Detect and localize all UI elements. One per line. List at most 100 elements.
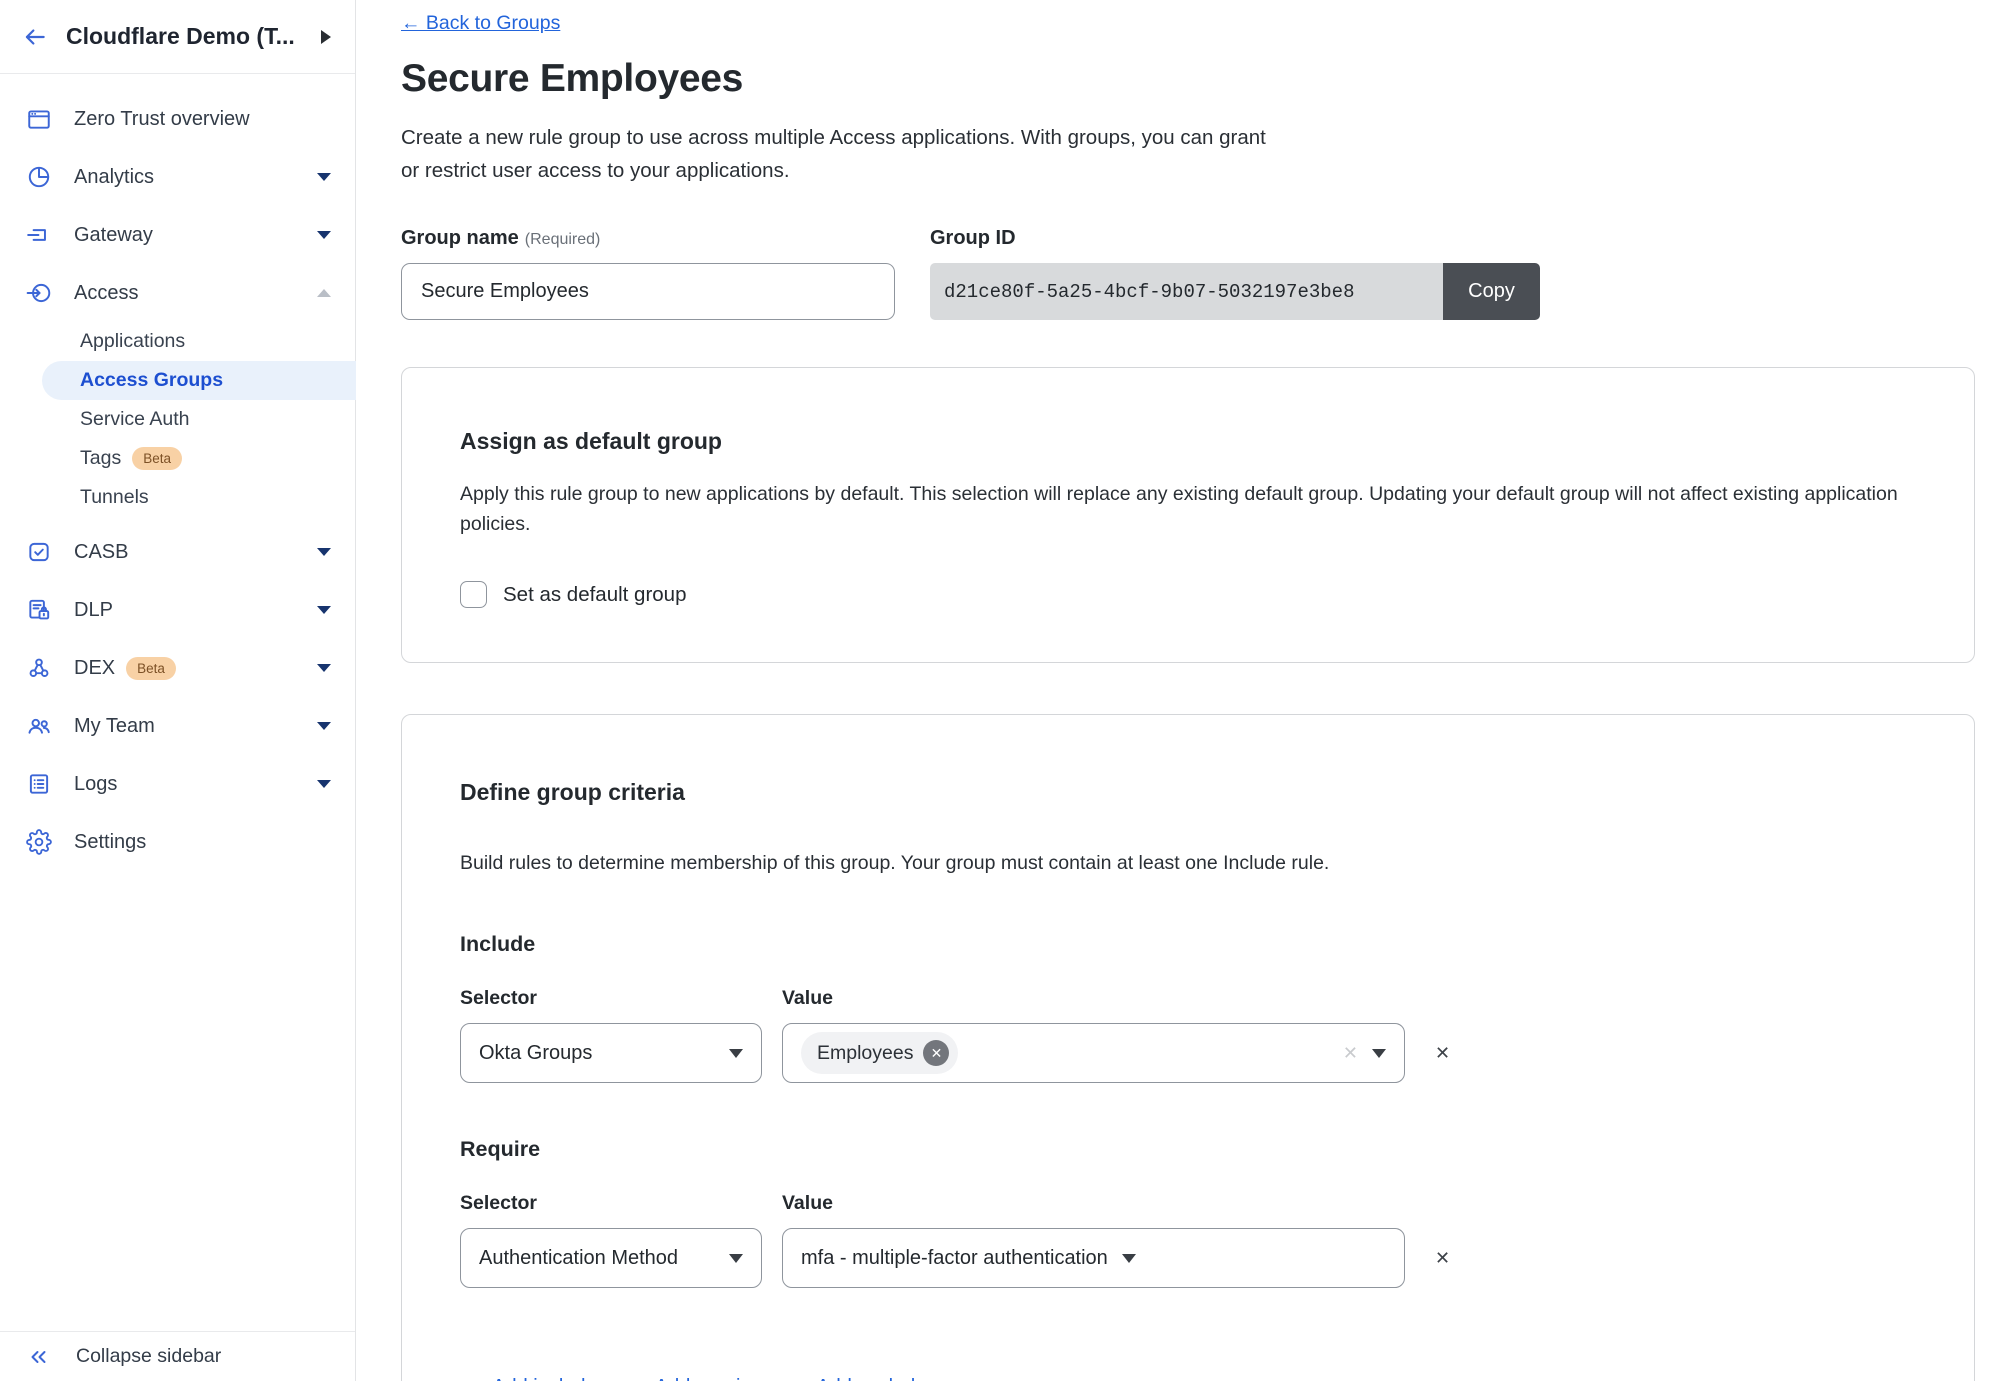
include-column-labels: Selector Value xyxy=(460,987,1916,1010)
sidebar-footer: Collapse sidebar xyxy=(0,1331,355,1381)
set-default-group-checkbox[interactable] xyxy=(460,581,487,608)
require-section-label: Require xyxy=(460,1137,1916,1162)
back-arrow-icon[interactable] xyxy=(22,24,48,50)
sidebar-item-label: Settings xyxy=(74,831,146,854)
sidebar-item-access-groups[interactable]: Access Groups xyxy=(42,361,356,400)
sidebar-item-applications[interactable]: Applications xyxy=(0,322,355,361)
include-section-label: Include xyxy=(460,932,1916,957)
beta-badge: Beta xyxy=(132,447,182,470)
set-default-group-checkbox-row[interactable]: Set as default group xyxy=(460,581,1916,608)
page-description-line2: or restrict user access to your applicat… xyxy=(401,154,1999,187)
require-column-labels: Selector Value xyxy=(460,1192,1916,1215)
main-content: ← Back to Groups Secure Employees Create… xyxy=(356,0,1999,1381)
remove-require-rule-button[interactable]: ✕ xyxy=(1435,1248,1450,1269)
sidebar-item-label: Analytics xyxy=(74,166,154,189)
add-include-link[interactable]: + Add include xyxy=(476,1376,597,1381)
group-id-value: d21ce80f-5a25-4bcf-9b07-5032197e3be8 xyxy=(930,263,1443,320)
page-description-line1: Create a new rule group to use across mu… xyxy=(401,121,1999,154)
sidebar-item-label: DLP xyxy=(74,599,113,622)
sidebar-item-label: Zero Trust overview xyxy=(74,108,250,131)
value-label: Value xyxy=(782,1192,833,1215)
chevron-down-icon xyxy=(317,664,331,672)
card-title: Assign as default group xyxy=(460,428,1916,455)
sidebar-item-access[interactable]: Access xyxy=(0,264,355,322)
gear-icon xyxy=(26,829,52,855)
group-name-field-group: Group name (Required) xyxy=(401,227,895,320)
group-name-label: Group name xyxy=(401,227,519,249)
chevron-down-icon xyxy=(317,780,331,788)
app-window: Cloudflare Demo (T... Zero Trust overvie… xyxy=(0,0,1999,1381)
group-name-input[interactable] xyxy=(401,263,895,320)
sidebar-item-service-auth[interactable]: Service Auth xyxy=(0,400,355,439)
chevron-down-icon xyxy=(317,231,331,239)
casb-icon xyxy=(26,539,52,565)
beta-badge: Beta xyxy=(126,657,176,680)
assign-default-group-card: Assign as default group Apply this rule … xyxy=(401,367,1975,663)
remove-include-rule-button[interactable]: ✕ xyxy=(1435,1043,1450,1064)
document-lock-icon xyxy=(26,597,52,623)
add-rule-links: + Add include + Add require + Add exclud… xyxy=(476,1376,1916,1381)
copy-button[interactable]: Copy xyxy=(1443,263,1540,320)
required-hint: (Required) xyxy=(525,231,601,248)
sidebar-item-label: Logs xyxy=(74,773,117,796)
page-title: Secure Employees xyxy=(401,57,1999,101)
sidebar: Cloudflare Demo (T... Zero Trust overvie… xyxy=(0,0,356,1381)
access-submenu: Applications Access Groups Service Auth … xyxy=(0,322,355,517)
sidebar-item-dlp[interactable]: DLP xyxy=(0,581,355,639)
set-default-group-label: Set as default group xyxy=(503,583,687,607)
sidebar-item-tags[interactable]: Tags Beta xyxy=(0,439,355,478)
card-title: Define group criteria xyxy=(460,779,1916,806)
include-value-multiselect[interactable]: Employees ✕ ✕ xyxy=(782,1023,1405,1083)
group-form-row: Group name(Required) Group ID d21ce80f-5… xyxy=(401,227,1999,320)
gateway-icon xyxy=(26,222,52,248)
sidebar-subitem-label: Applications xyxy=(80,330,185,353)
sidebar-item-logs[interactable]: Logs xyxy=(0,755,355,813)
value-tag: Employees ✕ xyxy=(801,1032,958,1074)
require-selector-value: Authentication Method xyxy=(479,1247,678,1270)
sidebar-item-tunnels[interactable]: Tunnels xyxy=(0,478,355,517)
add-exclude-link[interactable]: + Add exclude xyxy=(800,1376,926,1381)
sidebar-item-label: My Team xyxy=(74,715,155,738)
sidebar-header: Cloudflare Demo (T... xyxy=(0,0,355,74)
selector-label: Selector xyxy=(460,987,782,1010)
sidebar-item-label: CASB xyxy=(74,541,128,564)
require-value-dropdown[interactable]: mfa - multiple-factor authentication xyxy=(782,1228,1405,1288)
sidebar-item-casb[interactable]: CASB xyxy=(0,523,355,581)
require-selector-dropdown[interactable]: Authentication Method xyxy=(460,1228,762,1288)
clear-value-icon[interactable]: ✕ xyxy=(1343,1043,1358,1064)
pie-chart-icon xyxy=(26,164,52,190)
chevron-up-icon xyxy=(317,289,331,297)
chevron-down-icon xyxy=(729,1049,743,1058)
include-rule-row: Okta Groups Employees ✕ ✕ ✕ xyxy=(460,1023,1916,1083)
sidebar-item-settings[interactable]: Settings xyxy=(0,813,355,871)
chevron-down-icon xyxy=(1122,1254,1136,1263)
sidebar-item-label: DEX xyxy=(74,657,115,680)
include-selector-dropdown[interactable]: Okta Groups xyxy=(460,1023,762,1083)
value-label: Value xyxy=(782,987,833,1010)
page-description: Create a new rule group to use across mu… xyxy=(401,121,1999,187)
account-name: Cloudflare Demo (T... xyxy=(66,23,321,50)
collapse-sidebar-button[interactable]: Collapse sidebar xyxy=(0,1332,355,1381)
include-selector-value: Okta Groups xyxy=(479,1042,592,1065)
network-nodes-icon xyxy=(26,655,52,681)
expand-account-icon[interactable] xyxy=(321,30,331,44)
sidebar-item-my-team[interactable]: My Team xyxy=(0,697,355,755)
require-value: mfa - multiple-factor authentication xyxy=(801,1247,1108,1270)
back-to-groups-link[interactable]: ← Back to Groups xyxy=(401,12,560,35)
double-chevron-left-icon xyxy=(26,1345,50,1369)
sidebar-item-analytics[interactable]: Analytics xyxy=(0,148,355,206)
chevron-down-icon xyxy=(729,1254,743,1263)
tag-remove-icon[interactable]: ✕ xyxy=(923,1040,949,1066)
window-icon xyxy=(26,106,52,132)
chevron-down-icon xyxy=(317,722,331,730)
sidebar-item-gateway[interactable]: Gateway xyxy=(0,206,355,264)
chevron-down-icon xyxy=(317,548,331,556)
sidebar-item-dex[interactable]: DEX Beta xyxy=(0,639,355,697)
list-document-icon xyxy=(26,771,52,797)
sidebar-subitem-label: Tags xyxy=(80,447,121,470)
define-group-criteria-card: Define group criteria Build rules to det… xyxy=(401,714,1975,1381)
require-rule-row: Authentication Method mfa - multiple-fac… xyxy=(460,1228,1916,1288)
add-require-link[interactable]: + Add require xyxy=(639,1376,759,1381)
chevron-down-icon xyxy=(1372,1049,1386,1058)
sidebar-item-zero-trust-overview[interactable]: Zero Trust overview xyxy=(0,90,355,148)
